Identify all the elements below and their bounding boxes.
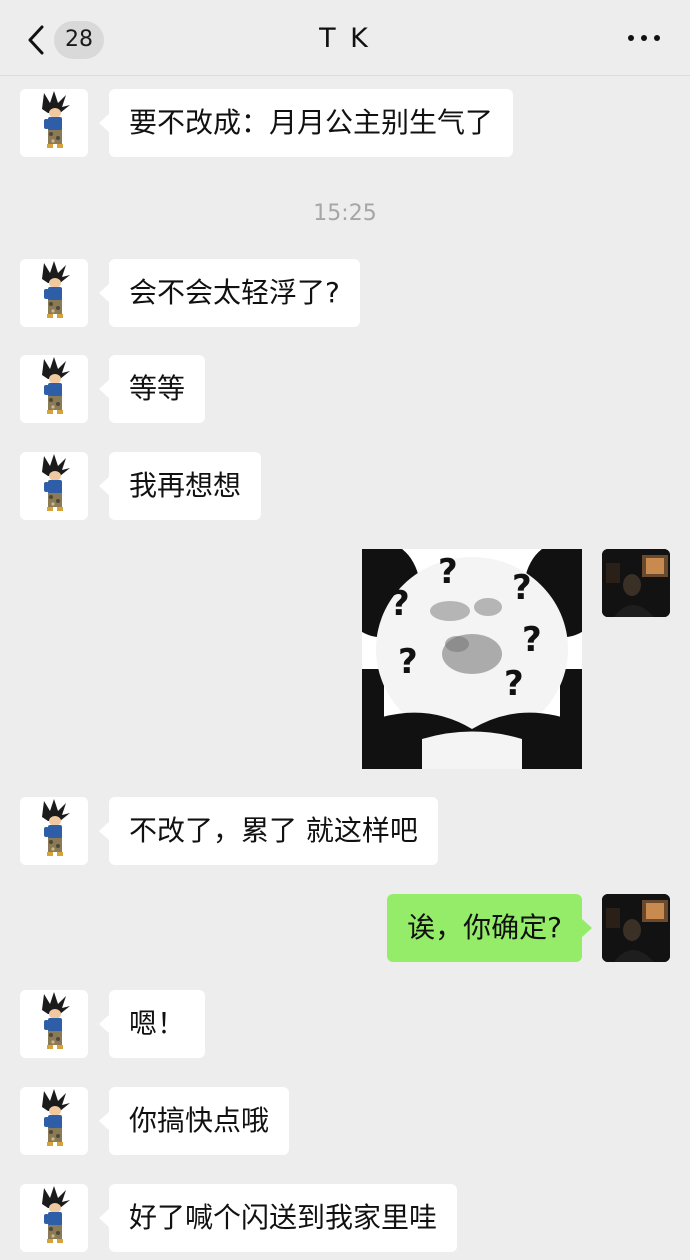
- contact-avatar[interactable]: [20, 89, 88, 157]
- incoming-message-bubble[interactable]: 不改了，累了 就这样吧: [99, 797, 438, 865]
- more-dots-icon[interactable]: [626, 28, 662, 48]
- svg-text:?: ?: [398, 642, 418, 682]
- chevron-left-icon[interactable]: [24, 24, 50, 56]
- incoming-message-bubble[interactable]: 要不改成：月月公主别生气了: [98, 89, 514, 157]
- svg-text:?: ?: [522, 620, 542, 660]
- incoming-message-bubble[interactable]: 会不会太轻浮了?: [99, 259, 360, 327]
- contact-avatar[interactable]: [20, 355, 88, 423]
- contact-avatar[interactable]: [20, 1087, 88, 1155]
- unread-count-badge[interactable]: 28: [54, 21, 104, 59]
- outgoing-message-bubble[interactable]: 诶，你确定?: [387, 894, 592, 962]
- svg-text:?: ?: [438, 552, 458, 592]
- incoming-message-bubble[interactable]: 你搞快点哦: [98, 1087, 290, 1155]
- contact-avatar[interactable]: [20, 452, 88, 520]
- my-avatar[interactable]: [602, 894, 670, 962]
- svg-text:?: ?: [504, 664, 524, 704]
- panda-question-marks-sticker[interactable]: ? ? ? ? ? ?: [362, 549, 582, 769]
- contact-avatar[interactable]: [20, 990, 88, 1058]
- incoming-message-bubble[interactable]: 等等: [98, 355, 206, 423]
- svg-text:?: ?: [512, 568, 532, 608]
- contact-avatar[interactable]: [20, 259, 88, 327]
- incoming-message-bubble[interactable]: 我再想想: [98, 452, 262, 520]
- message-timestamp: 15:25: [313, 201, 377, 226]
- my-avatar[interactable]: [602, 549, 670, 617]
- chat-header: 28 T K: [0, 0, 690, 76]
- svg-text:?: ?: [390, 584, 410, 624]
- incoming-message-bubble[interactable]: 嗯！: [98, 990, 206, 1058]
- contact-avatar[interactable]: [20, 797, 88, 865]
- contact-avatar[interactable]: [20, 1184, 88, 1252]
- incoming-message-bubble[interactable]: 好了喊个闪送到我家里哇: [98, 1184, 458, 1252]
